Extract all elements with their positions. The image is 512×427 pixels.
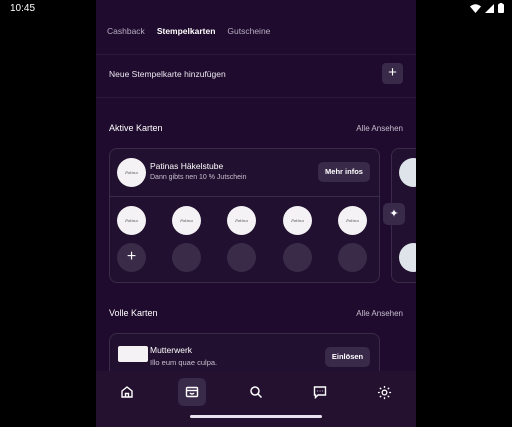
wifi-icon [470, 3, 481, 13]
nav-search[interactable] [242, 378, 270, 406]
tab-gutscheine[interactable]: Gutscheine [227, 26, 270, 36]
cellular-icon [485, 3, 494, 13]
shop-name: Patinas Häkelstube [150, 161, 224, 171]
stamp-card[interactable]: Patina Patinas Häkelstube Dann gibts nen… [109, 148, 380, 283]
bottom-navigation [96, 371, 416, 427]
active-cards-see-all-link[interactable]: Alle Ansehen [356, 124, 403, 133]
stamp-filled: Patina [338, 206, 367, 235]
full-cards-see-all-link[interactable]: Alle Ansehen [356, 309, 403, 318]
tab-cashback[interactable]: Cashback [107, 26, 145, 36]
stamp-card-icon [185, 386, 199, 398]
tab-bar: Cashback Stempelkarten Gutscheine [107, 26, 282, 36]
shop-name: Mutterwerk [150, 345, 193, 355]
plus-icon: + [388, 64, 397, 81]
add-stamp-card-row[interactable]: Neue Stempelkarte hinzufügen + [96, 54, 416, 98]
stamp-filled: Patina [172, 206, 201, 235]
home-indicator[interactable] [190, 415, 322, 418]
status-time: 10:45 [10, 3, 36, 14]
more-info-button[interactable]: Mehr infos [318, 162, 370, 182]
redeem-button[interactable]: Einlösen [325, 347, 370, 367]
tab-stempelkarten[interactable]: Stempelkarten [157, 26, 216, 36]
full-cards-title: Volle Karten [109, 308, 158, 318]
shop-logo [118, 346, 148, 362]
app-screen: Cashback Stempelkarten Gutscheine Neue S… [96, 0, 416, 427]
stamp-empty [283, 243, 312, 272]
stamp-filled [399, 243, 416, 272]
nav-settings[interactable] [370, 378, 398, 406]
shop-reward-text: Dann gibts nen 10 % Jutschein [150, 174, 247, 181]
add-stamp-card-button[interactable]: + [382, 63, 403, 84]
card-divider [110, 196, 379, 197]
sparkle-button[interactable]: ✦ [383, 203, 405, 225]
battery-icon [498, 3, 504, 13]
stamp-empty [172, 243, 201, 272]
chat-icon [313, 386, 327, 399]
search-icon [250, 386, 263, 399]
active-cards-title: Aktive Karten [109, 123, 163, 133]
stamp-empty [338, 243, 367, 272]
shop-logo: Patina [117, 158, 146, 187]
add-stamp-button[interactable]: + [117, 243, 146, 272]
nav-stamp-cards[interactable] [178, 378, 206, 406]
sparkle-icon: ✦ [389, 208, 399, 220]
plus-icon: + [126, 248, 137, 265]
stamp-filled: Patina [283, 206, 312, 235]
home-icon [121, 386, 133, 398]
nav-chat[interactable] [306, 378, 334, 406]
settings-icon [377, 385, 391, 399]
add-stamp-card-label: Neue Stempelkarte hinzufügen [109, 69, 226, 79]
shop-subtitle: Illo eum quae culpa. [150, 358, 218, 367]
stamp-empty [227, 243, 256, 272]
nav-home[interactable] [113, 378, 141, 406]
shop-logo [399, 158, 416, 187]
stamp-filled: Patina [117, 206, 146, 235]
stamp-filled: Patina [227, 206, 256, 235]
